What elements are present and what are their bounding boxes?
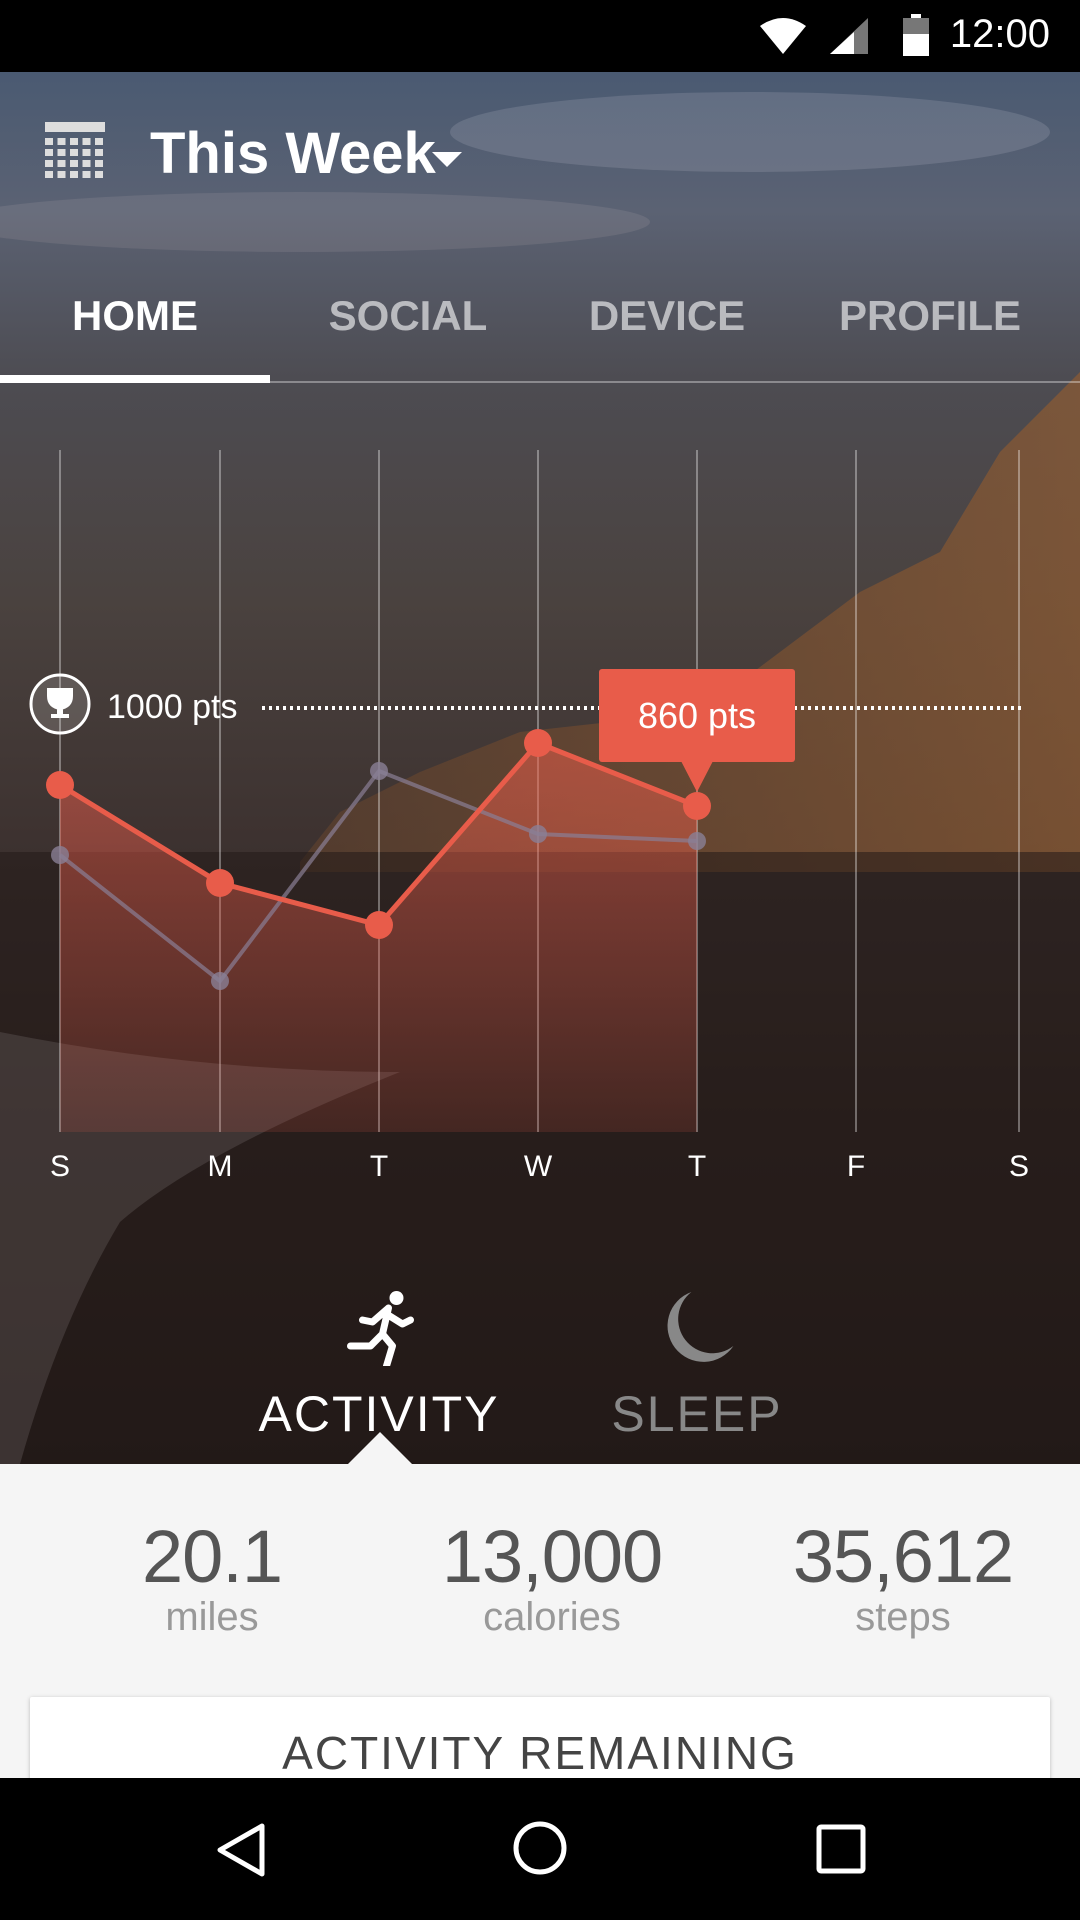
recents-icon[interactable]: [816, 1824, 866, 1874]
this-week-point: [683, 792, 711, 820]
day-label: S: [50, 1150, 70, 1183]
previous-week-point: [688, 832, 706, 850]
segment-pointer: [347, 1432, 413, 1465]
navigation-bar: [0, 1778, 1080, 1920]
previous-week-point: [370, 762, 388, 780]
stat-value: 20.1: [141, 1515, 283, 1598]
day-label: F: [847, 1150, 865, 1183]
stat-value: 35,612: [792, 1515, 1014, 1598]
tooltip-pointer: [681, 761, 713, 792]
this-week-point: [365, 911, 393, 939]
stat-steps: 35,612 steps: [792, 1514, 1014, 1640]
day-label: T: [370, 1150, 388, 1183]
weekly-points-chart: S M T W T F S 1000 pts 860 pts: [29, 450, 1029, 1183]
stats-panel: 20.1 miles 13,000 calories 35,612 steps ACT…: [0, 1464, 1080, 1897]
running-icon: [346, 1291, 414, 1370]
segment-sleep[interactable]: SLEEP: [611, 1290, 782, 1443]
card-title: ACTIVITY REMAINING: [282, 1727, 798, 1779]
previous-week-point: [529, 825, 547, 843]
this-week-point: [206, 869, 234, 897]
stat-value: 13,000: [441, 1515, 663, 1598]
stat-unit: miles: [165, 1595, 259, 1639]
stat-miles: 20.1 miles: [141, 1514, 283, 1640]
this-week-point: [524, 729, 552, 757]
moon-icon: [667, 1292, 733, 1362]
tooltip-label: 860 pts: [638, 695, 756, 736]
segment-sleep-label: SLEEP: [611, 1386, 783, 1442]
day-label: T: [688, 1150, 706, 1183]
previous-week-point: [51, 846, 69, 864]
stat-unit: calories: [483, 1595, 621, 1639]
day-label: W: [524, 1150, 553, 1183]
segment-activity[interactable]: ACTIVITY: [258, 1290, 499, 1443]
goal-label: 1000 pts: [107, 688, 237, 726]
day-label: M: [208, 1150, 233, 1183]
this-week-point: [46, 771, 74, 799]
back-icon[interactable]: [214, 1822, 266, 1878]
stat-calories: 13,000 calories: [441, 1514, 663, 1640]
home-icon[interactable]: [512, 1820, 568, 1876]
day-label: S: [1009, 1150, 1029, 1183]
stat-unit: steps: [855, 1595, 951, 1639]
previous-week-point: [211, 972, 229, 990]
